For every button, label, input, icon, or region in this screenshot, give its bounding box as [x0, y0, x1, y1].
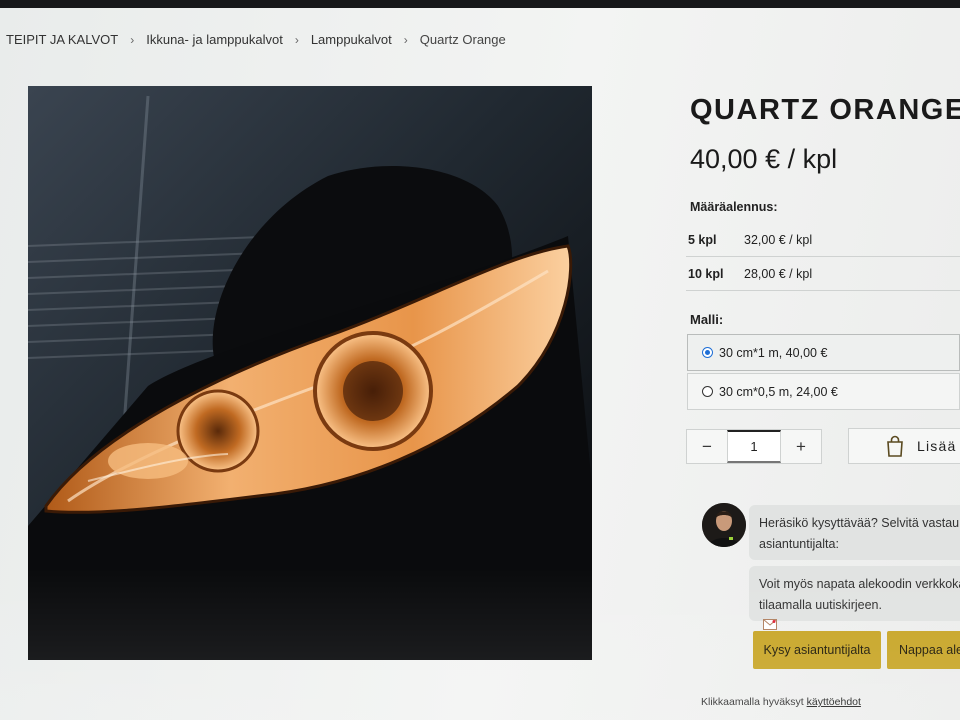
chevron-right-icon: ›	[130, 32, 135, 47]
product-page: TEIPIT JA KALVOT › Ikkuna- ja lamppukalv…	[0, 8, 960, 720]
discount-row: 5 kpl 32,00 € / kpl	[686, 223, 960, 257]
ask-expert-button[interactable]: Kysy asiantuntijalta	[753, 631, 881, 669]
breadcrumb-item-teipit[interactable]: TEIPIT JA KALVOT	[6, 32, 118, 47]
discount-heading: Määräalennus:	[690, 200, 778, 214]
product-image[interactable]	[28, 86, 592, 660]
add-to-cart-label: Lisää	[917, 438, 957, 454]
variant-label: 30 cm*1 m, 40,00 €	[719, 345, 828, 360]
variant-heading: Malli:	[690, 312, 724, 327]
discount-price: 28,00 € / kpl	[744, 266, 813, 281]
quantity-plus-button[interactable]: +	[781, 430, 821, 463]
breadcrumb-current: Quartz Orange	[419, 32, 506, 47]
quantity-stepper: − +	[686, 429, 822, 464]
variant-option-1m[interactable]: 30 cm*1 m, 40,00 €	[687, 334, 960, 371]
radio-unchecked-icon[interactable]	[702, 386, 713, 397]
variant-label: 30 cm*0,5 m, 24,00 €	[719, 384, 838, 399]
product-title: QUARTZ ORANGE	[690, 94, 960, 126]
breadcrumb-item-ikkunakalvot[interactable]: Ikkuna- ja lamppukalvot	[146, 32, 283, 47]
terms-prefix: Klikkaamalla hyväksyt	[701, 696, 804, 708]
quantity-input[interactable]	[727, 430, 781, 463]
avatar	[702, 503, 746, 547]
screen-bezel	[0, 0, 960, 8]
breadcrumb: TEIPIT JA KALVOT › Ikkuna- ja lamppukalv…	[6, 32, 506, 47]
chat-text: Heräsikö kysyttävää? Selvitä vastau	[759, 516, 960, 530]
chat-text: asiantuntijalta:	[759, 537, 839, 551]
quantity-minus-button[interactable]: −	[687, 430, 727, 463]
chat-bubble-question: Heräsikö kysyttävää? Selvitä vastau asia…	[749, 505, 960, 560]
chat-text: Voit myös napata alekoodin verkkoka	[759, 577, 960, 591]
grab-discount-button[interactable]: Nappaa ale	[887, 631, 960, 669]
radio-checked-icon[interactable]	[702, 347, 713, 358]
breadcrumb-item-lamppukalvot[interactable]: Lamppukalvot	[311, 32, 392, 47]
discount-row: 10 kpl 28,00 € / kpl	[686, 257, 960, 291]
chevron-right-icon: ›	[403, 32, 408, 47]
headlight-photo-icon	[28, 86, 592, 660]
chat-text: tilaamalla uutiskirjeen.	[759, 598, 882, 612]
chat-bubble-newsletter: Voit myös napata alekoodin verkkoka tila…	[749, 566, 960, 630]
discount-qty: 10 kpl	[688, 266, 724, 281]
add-to-cart-button[interactable]: Lisää	[848, 428, 960, 464]
discount-qty: 5 kpl	[688, 232, 717, 247]
terms-link[interactable]: käyttöehdot	[807, 696, 861, 708]
shopping-bag-icon	[885, 435, 905, 457]
variant-option-05m[interactable]: 30 cm*0,5 m, 24,00 €	[687, 373, 960, 410]
discount-price: 32,00 € / kpl	[744, 232, 813, 247]
terms-notice: Klikkaamalla hyväksyt käyttöehdot	[701, 696, 861, 708]
product-price: 40,00 € / kpl	[690, 144, 838, 174]
chevron-right-icon: ›	[294, 32, 299, 47]
